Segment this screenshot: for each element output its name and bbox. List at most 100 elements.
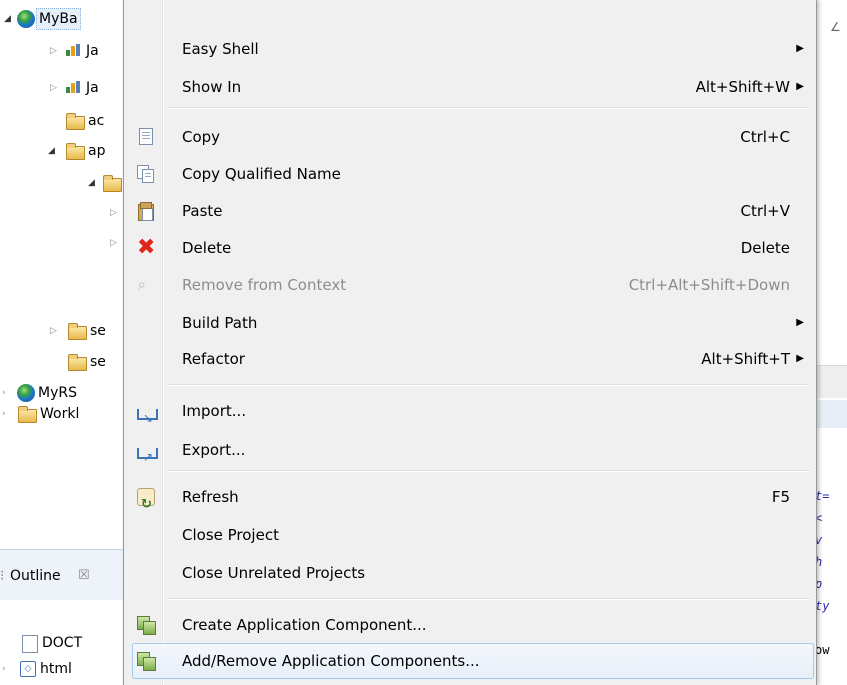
submenu-arrow-icon: ▶ (796, 43, 804, 54)
menu-separator (168, 470, 810, 472)
tree-item-subfolder[interactable]: ◢ (0, 172, 123, 194)
collapsed-arrow-icon[interactable]: ▷ (50, 77, 60, 99)
menu-item-label: Refactor (182, 350, 245, 368)
paste-icon (137, 202, 155, 221)
remove-from-context-icon: ⌕ (138, 277, 146, 293)
menu-item-label: Close Project (182, 526, 279, 544)
menu-item-label: Copy (182, 128, 221, 146)
collapsed-arrow-icon[interactable]: ▷ (110, 202, 120, 224)
menu-item-shortcut: Ctrl+C (740, 128, 790, 146)
tree-item-ap[interactable]: ◢ ap (0, 140, 123, 162)
add-remove-application-components-icon (137, 652, 156, 671)
copy-qualified-name-icon (137, 165, 155, 183)
expanded-arrow-icon[interactable]: ◢ (88, 172, 98, 194)
menu-item-copy-qualified-name[interactable]: Copy Qualified Name (126, 157, 812, 191)
context-menu: Easy Shell ▶ Show In Alt+Shift+W ▶ Copy … (123, 0, 817, 685)
library-icon (66, 81, 82, 93)
menu-item-copy[interactable]: Copy Ctrl+C (126, 120, 812, 154)
tree-item-label: ac (88, 113, 105, 129)
outline-tab-label: Outline (10, 568, 61, 584)
outline-item-html[interactable]: › ◇ html (0, 658, 123, 680)
menu-item-label: Delete (182, 239, 232, 257)
collapsed-arrow-icon[interactable]: ▷ (50, 320, 60, 342)
folder-icon (66, 143, 85, 160)
menu-item-close-unrelated-projects[interactable]: Close Unrelated Projects (126, 556, 812, 590)
menu-item-show-in[interactable]: Show In Alt+Shift+W ▶ (126, 70, 812, 104)
menu-separator (168, 107, 810, 109)
menu-item-easy-shell[interactable]: Easy Shell ▶ (126, 32, 812, 66)
code-fragment: p (815, 577, 823, 591)
menu-item-refresh[interactable]: ↻ Refresh F5 (126, 480, 812, 514)
copy-icon (137, 128, 155, 146)
editor-tab-fragment (816, 400, 847, 428)
menu-item-label: Build Path (182, 314, 258, 332)
collapsed-arrow-icon[interactable]: › (2, 658, 12, 680)
menu-item-export[interactable]: ↗ Export... (126, 433, 812, 467)
menu-item-refactor[interactable]: Refactor Alt+Shift+T ▶ (126, 342, 812, 376)
outline-item-label: html (40, 661, 72, 677)
folder-icon (68, 323, 87, 340)
menu-item-shortcut: F5 (771, 488, 790, 506)
tree-item-label: MyBa (36, 8, 81, 30)
tree-item-ja-2[interactable]: ▷ Ja (0, 77, 123, 99)
collapsed-arrow-icon[interactable]: › (2, 403, 12, 425)
tree-item-se-1[interactable]: ▷ se (0, 320, 123, 342)
submenu-arrow-icon: ▶ (796, 81, 804, 92)
menu-item-label: Export... (182, 441, 246, 459)
collapsed-arrow-icon[interactable]: ▷ (50, 40, 60, 62)
expanded-arrow-icon[interactable]: ◢ (48, 140, 58, 162)
menu-separator (168, 598, 810, 600)
tree-item-myrs[interactable]: › MyRS (0, 382, 123, 404)
menu-item-label: Create Application Component... (182, 616, 427, 634)
collapsed-arrow-icon[interactable]: › (2, 382, 12, 404)
menu-item-label: Import... (182, 402, 247, 420)
library-icon (66, 44, 82, 56)
menu-item-label: Refresh (182, 488, 239, 506)
folder-icon (103, 175, 122, 192)
menu-item-label: Copy Qualified Name (182, 165, 341, 183)
code-fragment: v (815, 533, 823, 547)
menu-separator (168, 384, 810, 386)
tree-item-label: se (90, 354, 106, 370)
close-icon[interactable]: ☒ (78, 566, 90, 586)
delete-icon: ✖ (137, 235, 156, 260)
tree-item-myba[interactable]: ◢ MyBa (0, 8, 123, 30)
globe-project-icon (17, 10, 35, 28)
tree-item-se-2[interactable]: se (0, 351, 123, 373)
tree-item-label: ap (88, 143, 106, 159)
tree-item-label: Ja (86, 80, 99, 96)
menu-item-shortcut: Delete (740, 239, 790, 257)
outline-item-doctype[interactable]: DOCT (0, 632, 123, 654)
menu-item-shortcut: Alt+Shift+T (701, 350, 790, 368)
submenu-arrow-icon: ▶ (796, 317, 804, 328)
menu-item-close-project[interactable]: Close Project (126, 518, 812, 552)
menu-item-import[interactable]: ↘ Import... (126, 394, 812, 428)
menu-item-label: Easy Shell (182, 40, 259, 58)
menu-item-add-remove-application-components[interactable]: Add/Remove Application Components... (132, 643, 814, 679)
menu-item-delete[interactable]: ✖ Delete Delete (126, 231, 812, 265)
scroll-indicator: ∠ (830, 20, 841, 34)
code-fragment: ow (815, 643, 830, 657)
expanded-arrow-icon[interactable]: ◢ (4, 8, 14, 30)
folder-icon (68, 354, 87, 371)
tree-item-ja-1[interactable]: ▷ Ja (0, 40, 123, 62)
tree-item-label: Workl (40, 406, 80, 422)
menu-item-remove-from-context[interactable]: ⌕ Remove from Context Ctrl+Alt+Shift+Dow… (126, 268, 812, 302)
tree-item-ac[interactable]: ac (0, 110, 123, 132)
menu-item-build-path[interactable]: Build Path ▶ (126, 306, 812, 340)
menu-item-label: Add/Remove Application Components... (182, 652, 480, 670)
create-application-component-icon (137, 616, 156, 635)
tree-item-label: se (90, 323, 106, 339)
folder-icon (18, 406, 37, 423)
menu-item-shortcut: Alt+Shift+W (695, 78, 790, 96)
menu-item-paste[interactable]: Paste Ctrl+V (126, 194, 812, 228)
menu-item-label: Show In (182, 78, 242, 96)
folder-icon (66, 113, 85, 130)
menu-item-create-application-component[interactable]: Create Application Component... (126, 608, 812, 642)
code-fragment: h (815, 555, 823, 569)
import-icon: ↘ (137, 402, 158, 425)
code-fragment: ty (815, 599, 830, 613)
tree-item-label: Ja (86, 43, 99, 59)
tree-item-workl[interactable]: › Workl (0, 403, 123, 425)
collapsed-arrow-icon[interactable]: ▷ (110, 232, 120, 254)
